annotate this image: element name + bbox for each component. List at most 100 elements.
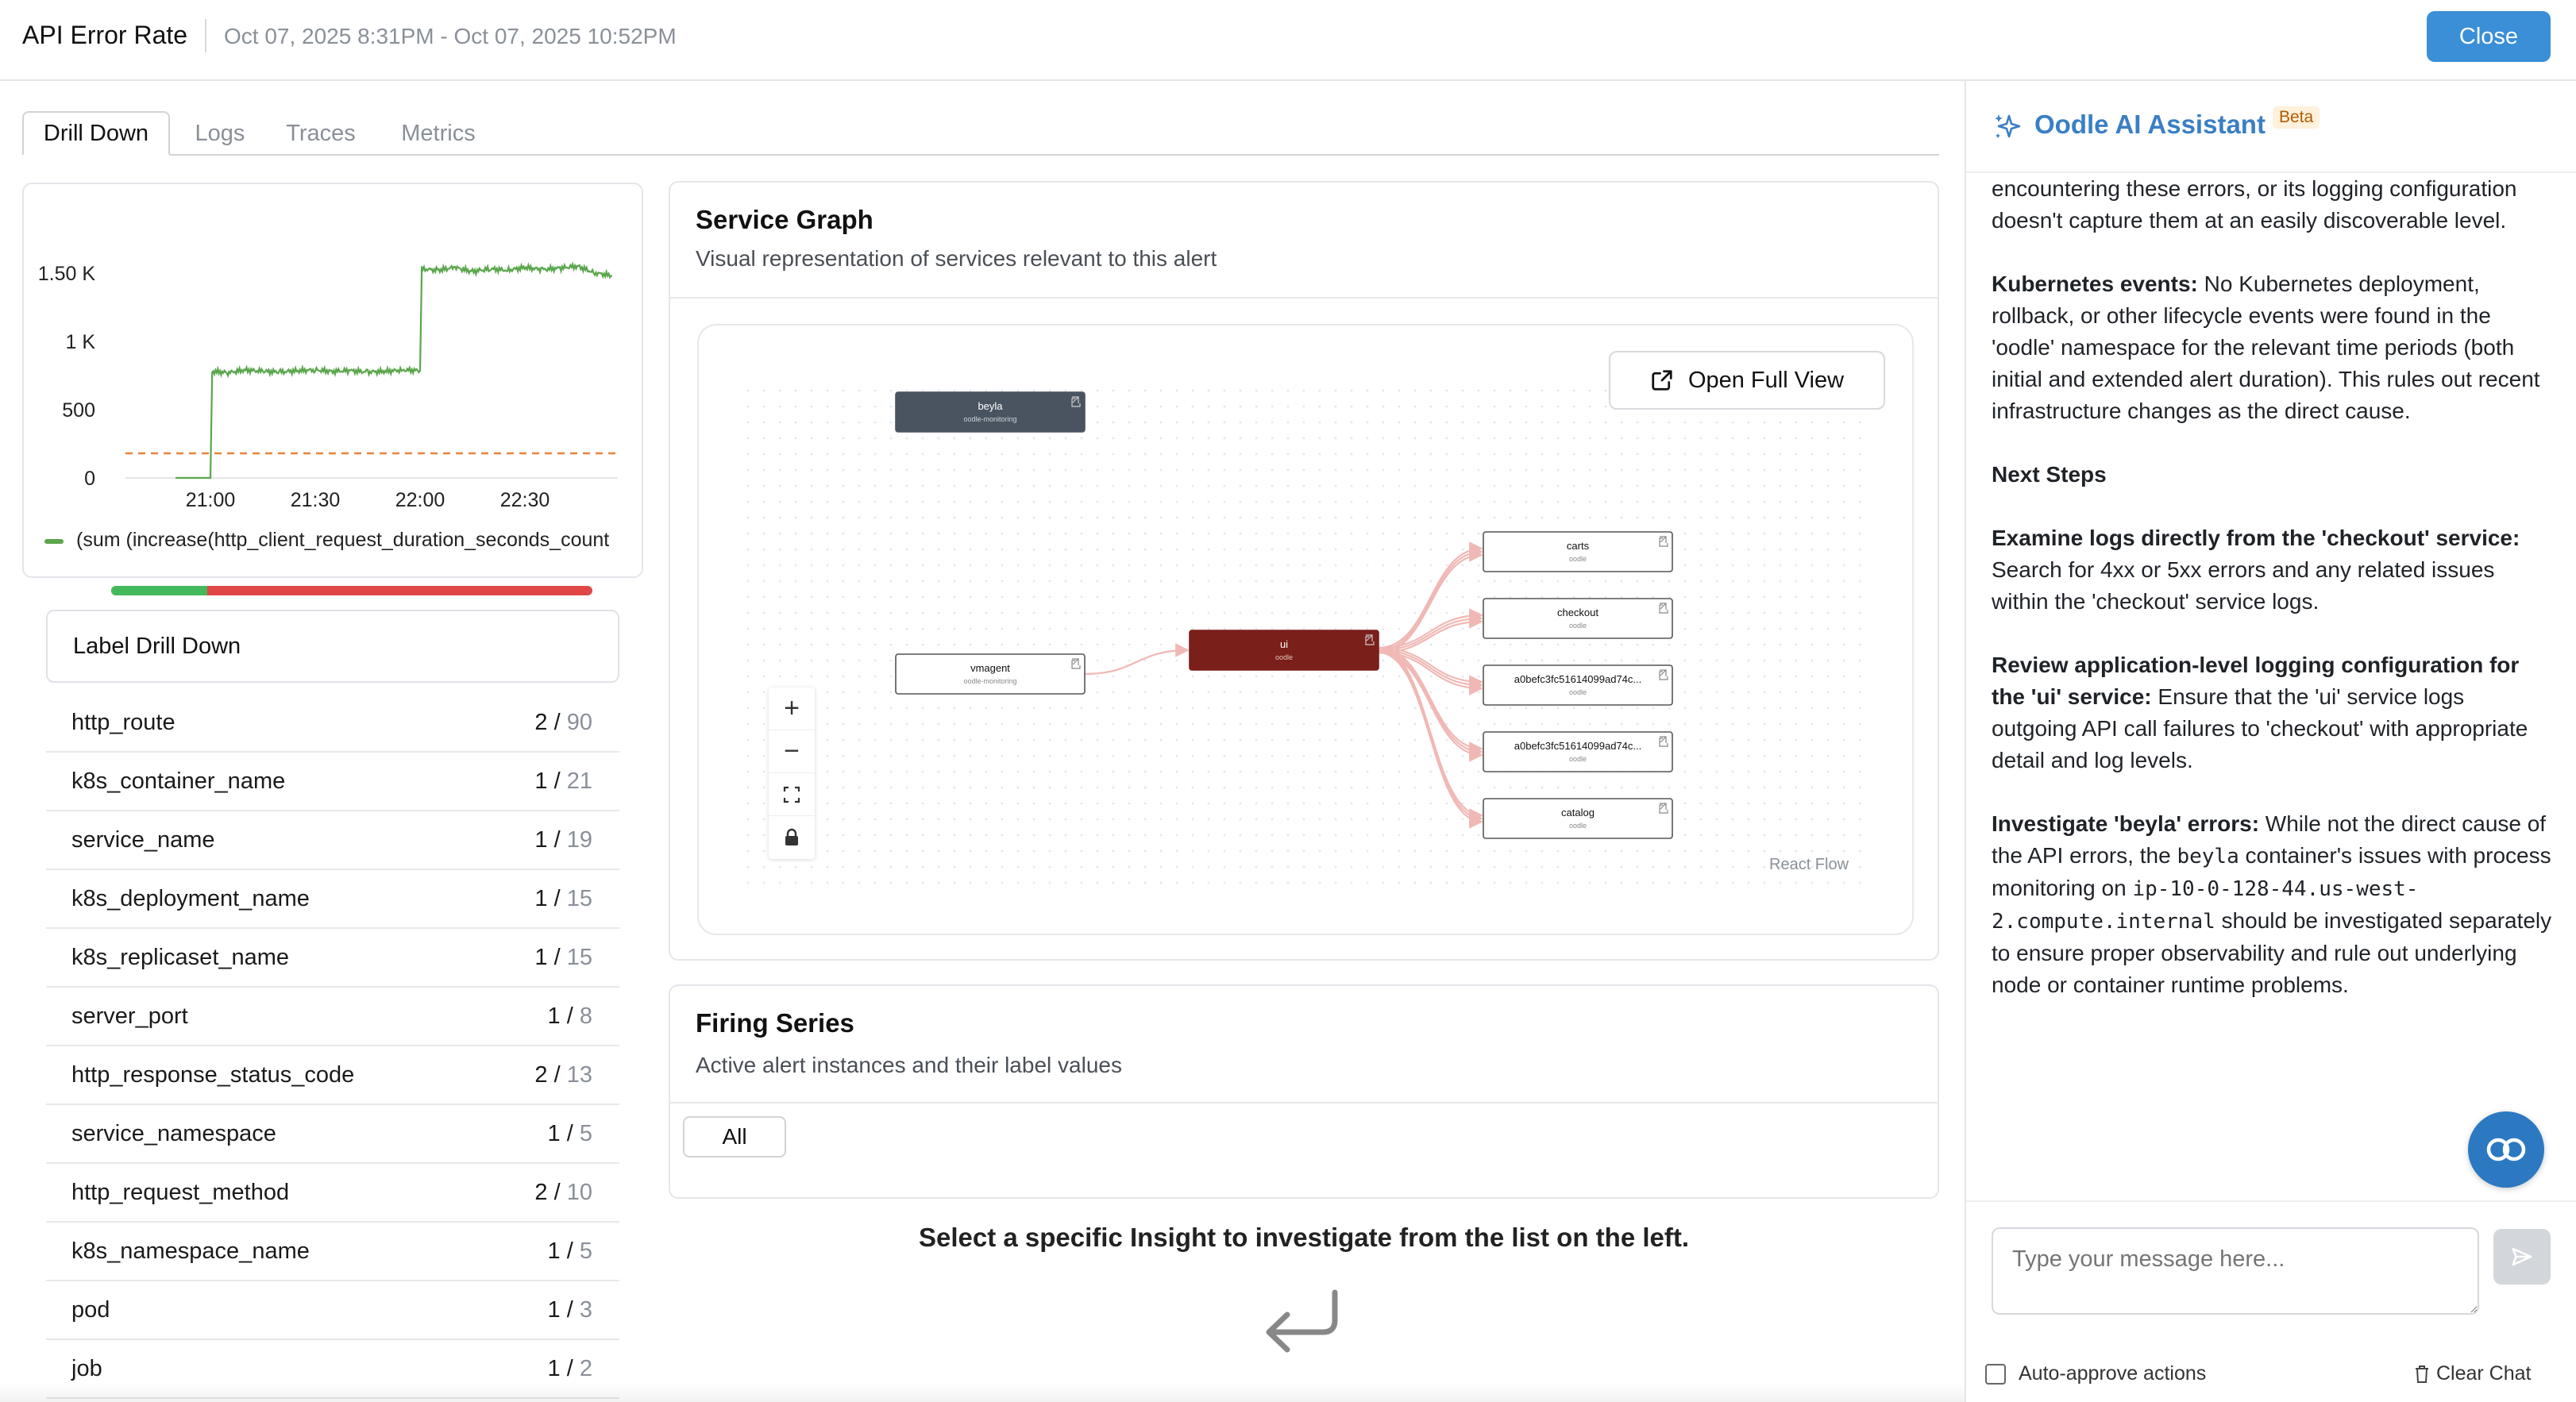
graph-node-label: ui — [1280, 638, 1288, 650]
auto-approve-label: Auto-approve actions — [2019, 1362, 2207, 1385]
label-name: pod — [71, 1296, 110, 1323]
ai-message-paragraph: Kubernetes events: No Kubernetes deploym… — [1992, 272, 2540, 423]
tab-drill-down[interactable]: Drill Down — [22, 111, 170, 156]
service-graph-canvas[interactable]: beyla oodle-monitoring vmagent oodle-monito… — [697, 324, 1914, 935]
firing-series-title: Firing Series — [696, 1008, 854, 1038]
label-name: job — [71, 1355, 102, 1381]
label-count: 1 / 8 — [547, 1003, 592, 1029]
send-button[interactable] — [2493, 1229, 2551, 1285]
y-tick-label: 1.50 K — [38, 263, 96, 285]
graph-node-label: beyla — [978, 400, 1003, 412]
tab-metrics[interactable]: Metrics — [383, 111, 494, 156]
ai-message-paragraph: Next Steps — [1992, 462, 2107, 487]
label-count: 1 / 2 — [547, 1355, 592, 1381]
label-name: k8s_deployment_name — [71, 885, 310, 911]
graph-node-namespace: oodle — [1569, 822, 1587, 830]
label-count: 1 / 5 — [547, 1238, 592, 1264]
label-row[interactable]: k8s_container_name 1 / 21 — [46, 753, 619, 811]
chat-message-input[interactable] — [1992, 1227, 2479, 1315]
divider — [670, 1102, 1938, 1103]
x-tick-label: 22:30 — [500, 489, 550, 511]
status-progress-bar — [111, 586, 592, 595]
graph-node-namespace: oodle — [1569, 755, 1587, 763]
label-row[interactable]: pod 1 / 3 — [46, 1281, 619, 1340]
label-row[interactable]: http_request_method 2 / 10 — [46, 1164, 619, 1223]
y-tick-label: 0 — [84, 468, 95, 490]
y-tick-label: 1 K — [65, 331, 95, 353]
ai-assistant-toggle-button[interactable] — [2468, 1111, 2544, 1188]
graph-node-namespace: oodle-monitoring — [963, 415, 1016, 423]
y-tick-label: 500 — [62, 399, 95, 422]
tab-logs[interactable]: Logs — [176, 111, 264, 156]
progress-fill — [111, 586, 208, 595]
zoom-out-icon[interactable]: − — [769, 730, 815, 773]
lock-icon[interactable] — [769, 816, 815, 859]
ai-chat-messages[interactable]: period. This suggests either the 'ui' se… — [1992, 159, 2555, 1191]
label-row[interactable]: k8s_replicaset_name 1 / 15 — [46, 929, 619, 988]
label-count: 1 / 5 — [547, 1120, 592, 1146]
graph-node-beyla[interactable]: beyla oodle-monitoring — [895, 391, 1086, 433]
graph-node-namespace: oodle — [1275, 653, 1293, 661]
label-row[interactable]: service_namespace 1 / 5 — [46, 1105, 619, 1164]
graph-node-namespace: oodle — [1569, 555, 1587, 563]
error-rate-chart[interactable]: 0 500 1 K 1.50 K 21:00 21:30 22:00 22:30 — [22, 183, 643, 556]
sparkles-icon — [1995, 114, 2021, 138]
graph-node-label: a0befc3fc51614099ad74c... — [1514, 673, 1641, 685]
oodle-logo-icon — [2486, 1138, 2526, 1161]
react-flow-attribution[interactable]: React Flow — [1769, 856, 1849, 874]
external-link-icon — [1652, 370, 1672, 391]
label-drill-down-header[interactable]: Label Drill Down — [46, 610, 619, 683]
graph-node-namespace: oodle — [1569, 622, 1587, 630]
label-count: 1 / 15 — [534, 944, 592, 970]
label-name: http_response_status_code — [71, 1061, 355, 1088]
graph-node-a0befc1[interactable]: a0befc3fc51614099ad74c... oodle — [1483, 664, 1673, 706]
label-count: 1 / 3 — [547, 1296, 592, 1323]
service-graph-title: Service Graph — [696, 205, 873, 234]
clear-chat-button[interactable]: Clear Chat — [2414, 1362, 2532, 1385]
service-graph-subtitle: Visual representation of services releva… — [696, 246, 1217, 271]
label-name: service_namespace — [71, 1120, 276, 1146]
graph-node-catalog[interactable]: catalog oodle — [1483, 798, 1673, 839]
legend-label[interactable]: (sum (increase(http_client_request_durat… — [76, 529, 632, 552]
label-row[interactable]: http_response_status_code 2 / 13 — [46, 1046, 619, 1105]
graph-node-a0befc2[interactable]: a0befc3fc51614099ad74c... oodle — [1483, 731, 1673, 772]
auto-approve-checkbox[interactable] — [1985, 1363, 2006, 1385]
label-row[interactable]: k8s_deployment_name 1 / 15 — [46, 870, 619, 929]
tab-traces[interactable]: Traces — [273, 111, 368, 156]
label-drill-down-list: http_route 2 / 90 k8s_container_name 1 / 21… — [46, 694, 619, 1399]
open-full-view-label: Open Full View — [1687, 367, 1845, 393]
open-full-view-button[interactable]: Open Full View — [1609, 351, 1885, 410]
graph-node-label: a0befc3fc51614099ad74c... — [1514, 740, 1641, 752]
graph-node-label: checkout — [1557, 607, 1598, 618]
auto-approve-toggle[interactable]: Auto-approve actions — [1985, 1362, 2206, 1385]
graph-node-carts[interactable]: carts oodle — [1483, 531, 1673, 572]
trash-icon — [2416, 1365, 2428, 1383]
bottom-fade — [0, 1381, 1965, 1402]
divider — [670, 297, 1938, 299]
label-name: http_route — [71, 709, 175, 735]
label-row[interactable]: k8s_namespace_name 1 / 5 — [46, 1223, 619, 1281]
zoom-in-icon[interactable]: + — [769, 688, 815, 730]
beta-badge: Beta — [2273, 106, 2320, 129]
graph-node-namespace: oodle — [1569, 688, 1587, 696]
graph-node-checkout[interactable]: checkout oodle — [1483, 598, 1673, 639]
graph-node-ui[interactable]: ui oodle — [1189, 630, 1379, 671]
label-count: 2 / 13 — [534, 1061, 592, 1088]
time-range: Oct 07, 2025 8:31PM - Oct 07, 2025 10:52… — [224, 24, 677, 48]
graph-svg[interactable]: beyla oodle-monitoring vmagent oodle-monito… — [699, 325, 1914, 935]
series-line[interactable] — [175, 261, 613, 480]
ai-assistant-title: Oodle AI Assistant — [2034, 110, 2266, 139]
label-row[interactable]: server_port 1 / 8 — [46, 988, 619, 1046]
label-count: 1 / 15 — [534, 885, 592, 911]
filter-all-button[interactable]: All — [683, 1116, 786, 1157]
label-row[interactable]: http_route 2 / 90 — [46, 694, 619, 753]
fit-view-icon[interactable] — [769, 773, 815, 816]
firing-series-card — [669, 984, 1939, 1199]
close-button[interactable]: Close — [2427, 11, 2551, 62]
graph-node-vmagent[interactable]: vmagent oodle-monitoring — [895, 653, 1086, 695]
label-row[interactable]: service_name 1 / 19 — [46, 811, 619, 870]
label-name: http_request_method — [71, 1179, 290, 1205]
divider — [1966, 1200, 2576, 1202]
label-count: 1 / 21 — [534, 768, 592, 794]
graph-controls: + − — [769, 688, 815, 859]
